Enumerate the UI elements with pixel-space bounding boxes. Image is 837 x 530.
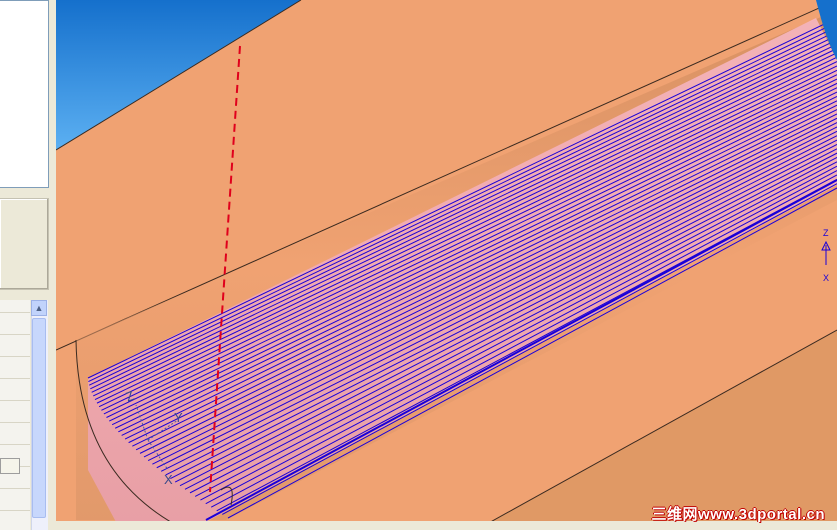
small-panel-button[interactable]: [0, 458, 20, 474]
watermark-text: 三维网www.3dportal.cn: [651, 506, 825, 523]
global-axis-x-label: X: [823, 273, 829, 283]
list-row-divider: [0, 510, 30, 511]
local-axis-y-label: Y: [174, 410, 183, 425]
local-axis-x-label: X: [164, 472, 173, 487]
list-row-divider: [0, 312, 30, 313]
panel-splitter[interactable]: [0, 198, 49, 290]
list-row-divider: [0, 356, 30, 357]
scroll-thumb[interactable]: [32, 318, 46, 518]
list-row-divider: [0, 422, 30, 423]
scroll-up-arrow-icon[interactable]: ▲: [31, 300, 47, 316]
feature-tree-pane[interactable]: [0, 0, 49, 188]
list-row-divider: [0, 334, 30, 335]
list-row-divider: [0, 444, 30, 445]
global-axis-z-label: Z: [823, 228, 829, 238]
list-row-divider: [0, 400, 30, 401]
property-list[interactable]: [0, 300, 30, 530]
list-row-divider: [0, 378, 30, 379]
3d-viewport[interactable]: Z Y X Z X: [56, 0, 837, 530]
list-row-divider: [0, 488, 30, 489]
left-panel: ▲: [0, 0, 57, 530]
